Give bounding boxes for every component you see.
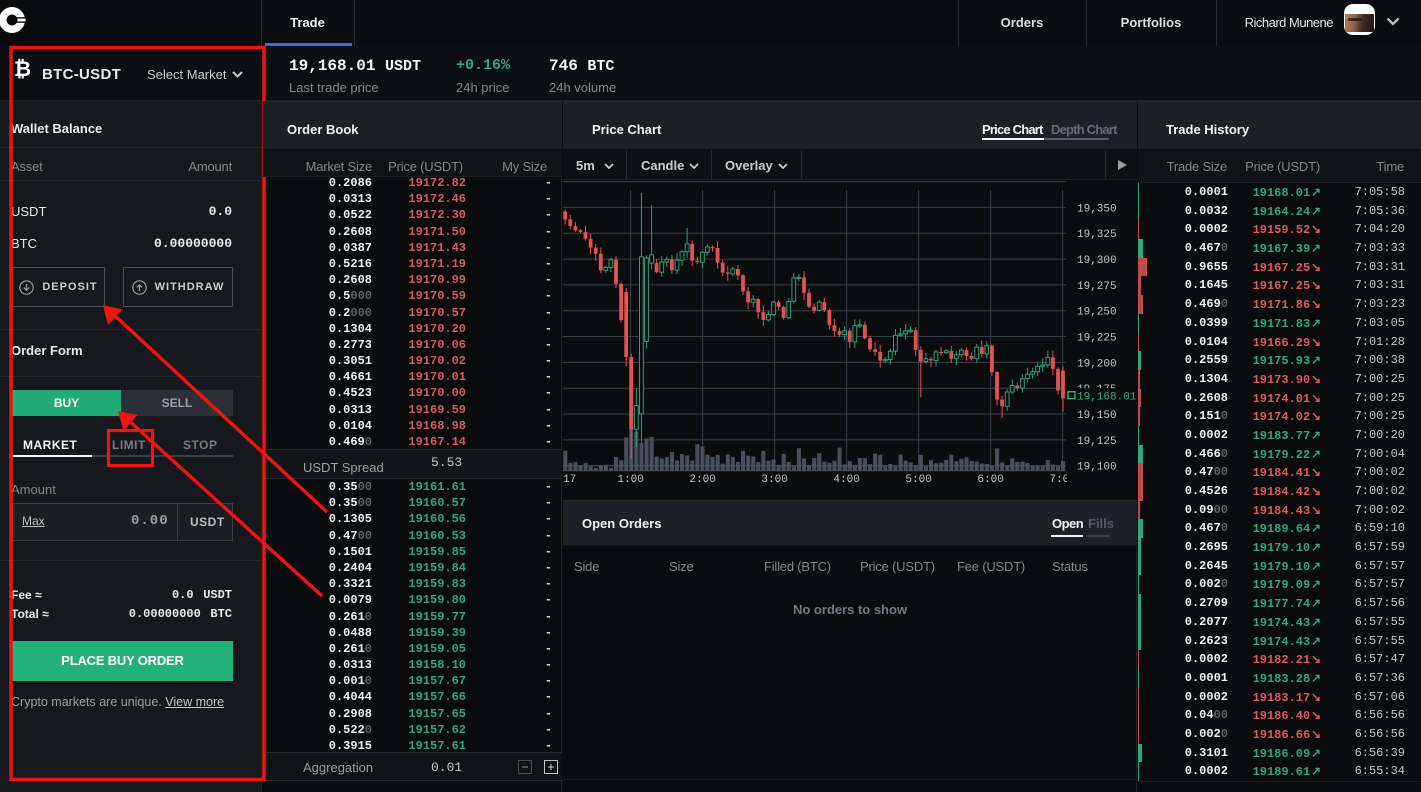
svg-text:19,125: 19,125 — [1077, 436, 1117, 448]
svg-text:19,250: 19,250 — [1077, 307, 1117, 319]
svg-text:4:00: 4:00 — [833, 474, 859, 486]
svg-text:17: 17 — [563, 474, 576, 486]
svg-text:6:00: 6:00 — [977, 474, 1003, 486]
svg-text:19,300: 19,300 — [1077, 255, 1117, 267]
svg-text:5:00: 5:00 — [905, 474, 931, 486]
svg-text:19,225: 19,225 — [1077, 333, 1117, 345]
svg-text:19,100: 19,100 — [1077, 462, 1117, 474]
svg-text:19,168.01: 19,168.01 — [1077, 391, 1137, 403]
svg-text:7:00: 7:00 — [1049, 474, 1075, 486]
svg-text:19,350: 19,350 — [1077, 203, 1117, 215]
svg-text:2:00: 2:00 — [689, 474, 715, 486]
svg-text:19,275: 19,275 — [1077, 281, 1117, 293]
svg-text:19,150: 19,150 — [1077, 410, 1117, 422]
svg-text:19,325: 19,325 — [1077, 229, 1117, 241]
svg-text:19,200: 19,200 — [1077, 358, 1117, 370]
svg-text:1:00: 1:00 — [617, 474, 643, 486]
svg-text:3:00: 3:00 — [761, 474, 787, 486]
